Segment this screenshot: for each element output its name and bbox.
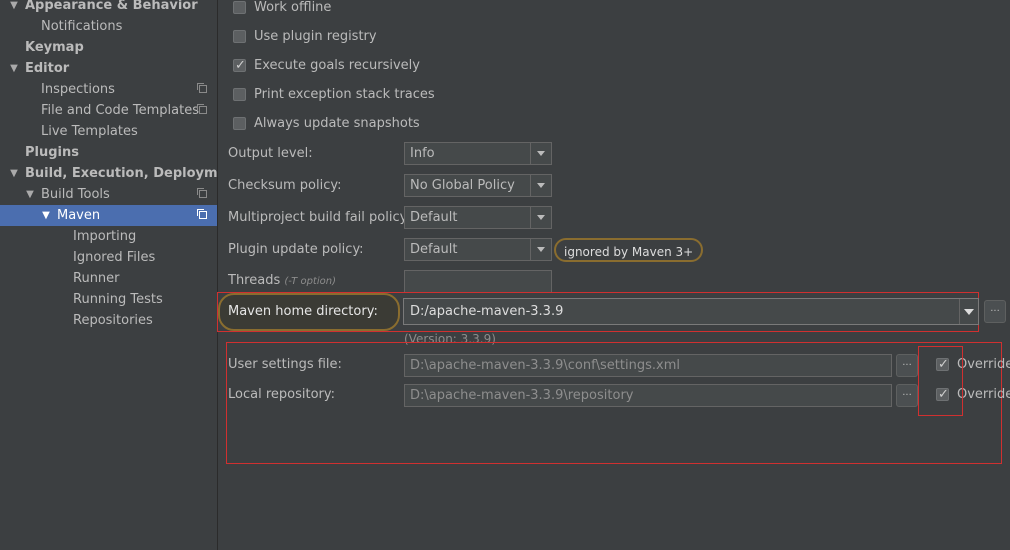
expand-arrow-icon[interactable]: ▼	[8, 58, 20, 79]
select-value: No Global Policy	[410, 178, 515, 193]
expand-arrow-icon[interactable]: ▼	[8, 163, 20, 184]
checkbox-box-checked[interactable]	[233, 56, 246, 76]
tree-item-label: Running Tests	[73, 292, 163, 307]
expand-arrow-icon[interactable]: ▼	[40, 205, 52, 226]
checksum-policy-select[interactable]: No Global Policy	[404, 174, 552, 197]
project-copy-icon	[197, 209, 207, 219]
tree-item-importing[interactable]: Importing	[0, 226, 217, 247]
plugin-update-policy-label: Plugin update policy:	[228, 242, 364, 257]
checksum-policy-label: Checksum policy:	[228, 178, 342, 193]
plugin-update-policy-select[interactable]: Default	[404, 238, 552, 261]
expand-arrow-icon[interactable]: ▼	[24, 184, 36, 205]
threads-input[interactable]	[404, 270, 552, 293]
tree-item-label: Runner	[73, 271, 120, 286]
multiproject-fail-policy-select[interactable]: Default	[404, 206, 552, 229]
expand-arrow-icon[interactable]: ▼	[8, 0, 20, 16]
tree-item-label: Inspections	[41, 82, 115, 97]
override-label: Override	[957, 387, 1010, 402]
project-copy-icon	[197, 188, 207, 198]
local-repository-input[interactable]: D:\apache-maven-3.3.9\repository	[404, 384, 892, 407]
checkbox-label: Work offline	[254, 0, 332, 15]
tree-item-build-tools[interactable]: ▼ Build Tools	[0, 184, 217, 205]
user-settings-file-label: User settings file:	[228, 357, 342, 372]
override-label: Override	[957, 357, 1010, 372]
threads-label: Threads (-T option)	[228, 271, 336, 291]
ignored-by-maven3-badge: ignored by Maven 3+	[554, 238, 704, 262]
tree-item-appearance-behavior[interactable]: ▼ Appearance & Behavior	[0, 0, 217, 16]
select-value: Default	[410, 242, 458, 257]
dropdown-arrow-icon[interactable]	[959, 299, 978, 324]
select-value: Info	[410, 146, 435, 161]
tree-item-label: Notifications	[41, 19, 123, 34]
tree-item-runner[interactable]: Runner	[0, 268, 217, 289]
threads-hint: (-T option)	[284, 276, 336, 287]
browse-home-button[interactable]: ...	[984, 300, 1006, 323]
tree-item-build-execution-deployment[interactable]: ▼ Build, Execution, Deployment	[0, 163, 217, 184]
maven-home-directory-select[interactable]: D:/apache-maven-3.3.9	[403, 298, 979, 325]
project-copy-icon	[197, 104, 207, 114]
tree-item-plugins[interactable]: Plugins	[0, 142, 217, 163]
checkbox-label: Always update snapshots	[254, 116, 420, 131]
tree-item-label: Plugins	[25, 145, 79, 160]
checkbox-box[interactable]	[233, 88, 246, 101]
checkbox-box[interactable]	[233, 1, 246, 14]
tree-item-label: Appearance & Behavior	[25, 0, 198, 13]
tree-item-running-tests[interactable]: Running Tests	[0, 289, 217, 310]
tree-item-label: Importing	[73, 229, 137, 244]
checkbox-box[interactable]	[233, 117, 246, 130]
tree-item-editor[interactable]: ▼ Editor	[0, 58, 217, 79]
select-value: D:/apache-maven-3.3.9	[410, 304, 564, 319]
tree-item-repositories[interactable]: Repositories	[0, 310, 217, 331]
override-highlight-box	[918, 346, 963, 416]
tree-item-maven[interactable]: ▼ Maven	[0, 205, 217, 226]
checkbox-box[interactable]	[233, 30, 246, 43]
tree-item-label: Ignored Files	[73, 250, 156, 265]
tree-item-keymap[interactable]: Keymap	[0, 37, 217, 58]
tree-item-label: Build, Execution, Deployment	[25, 166, 218, 181]
tree-item-label: File and Code Templates	[41, 103, 199, 118]
output-level-label: Output level:	[228, 146, 313, 161]
tree-item-notifications[interactable]: Notifications	[0, 16, 217, 37]
tree-item-label: Repositories	[73, 313, 153, 328]
checkbox-label: Execute goals recursively	[254, 58, 420, 73]
project-copy-icon	[197, 83, 207, 93]
select-value: Default	[410, 210, 458, 225]
tree-item-label: Build Tools	[41, 187, 110, 202]
tree-item-label: Editor	[25, 61, 70, 76]
checkbox-label: Use plugin registry	[254, 29, 377, 44]
checkbox-label: Print exception stack traces	[254, 87, 435, 102]
output-level-select[interactable]: Info	[404, 142, 552, 165]
dropdown-arrow-icon[interactable]	[530, 207, 551, 228]
browse-local-repository-button[interactable]: ...	[896, 384, 918, 407]
tree-item-inspections[interactable]: Inspections	[0, 79, 217, 100]
tree-item-file-code-templates[interactable]: File and Code Templates	[0, 100, 217, 121]
multiproject-fail-policy-label: Multiproject build fail policy:	[228, 210, 411, 225]
browse-user-settings-button[interactable]: ...	[896, 354, 918, 377]
tree-item-live-templates[interactable]: Live Templates	[0, 121, 217, 142]
tree-item-label: Live Templates	[41, 124, 138, 139]
tree-item-ignored-files[interactable]: Ignored Files	[0, 247, 217, 268]
tree-item-label: Keymap	[25, 40, 84, 55]
threads-label-text: Threads	[228, 273, 281, 288]
dropdown-arrow-icon[interactable]	[530, 175, 551, 196]
dropdown-arrow-icon[interactable]	[530, 143, 551, 164]
tree-item-label: Maven	[57, 208, 101, 223]
dropdown-arrow-icon[interactable]	[530, 239, 551, 260]
user-settings-file-input[interactable]: D:\apache-maven-3.3.9\conf\settings.xml	[404, 354, 892, 377]
settings-tree: ▼ Appearance & Behavior Notifications Ke…	[0, 0, 218, 550]
local-repository-label: Local repository:	[228, 387, 335, 402]
maven-settings-panel: Work offline Use plugin registry Execute…	[217, 0, 1010, 550]
